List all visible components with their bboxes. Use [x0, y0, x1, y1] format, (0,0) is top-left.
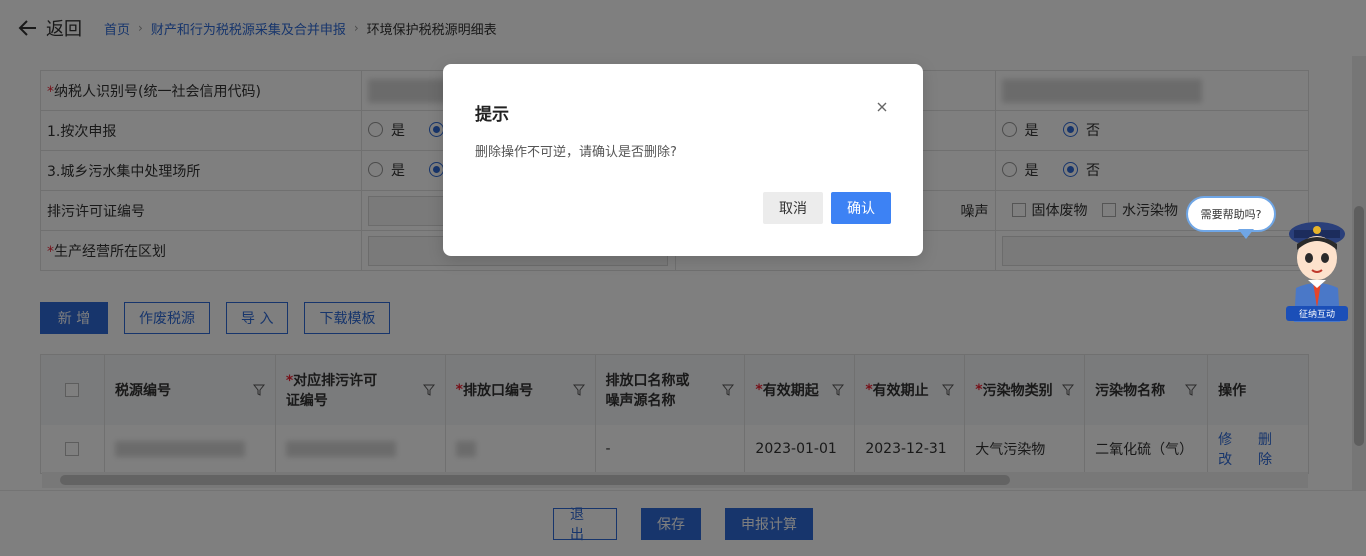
confirm-button[interactable]: 确认 [831, 192, 891, 224]
help-bubble[interactable]: 需要帮助吗? [1186, 196, 1276, 232]
help-assistant[interactable]: 需要帮助吗? 征纳互动 [1186, 196, 1356, 326]
close-icon[interactable] [875, 100, 889, 114]
dialog-buttons: 取消 确认 [763, 192, 891, 224]
cancel-button[interactable]: 取消 [763, 192, 823, 224]
confirm-dialog: 提示 删除操作不可逆，请确认是否删除? 取消 确认 [443, 64, 923, 256]
dialog-message: 删除操作不可逆，请确认是否删除? [475, 145, 677, 160]
mascot-badge[interactable]: 征纳互动 [1286, 306, 1348, 321]
dialog-title: 提示 [475, 105, 509, 125]
